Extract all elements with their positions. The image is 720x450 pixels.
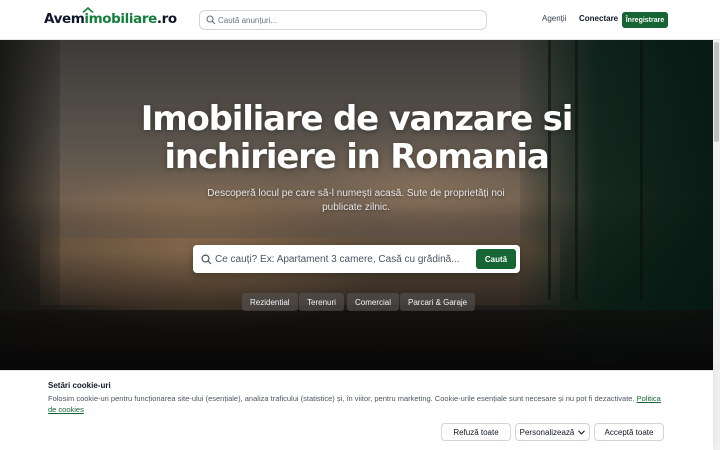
hero-title: Imobiliare de vanzare si inchiriere in R…	[140, 99, 574, 177]
page-scrollbar[interactable]	[713, 40, 720, 450]
register-button[interactable]: Înregistrare	[622, 12, 668, 28]
header-search-input[interactable]	[218, 12, 478, 28]
search-icon	[201, 254, 212, 265]
hero-section: Imobiliare de vanzare si inchiriere in R…	[0, 40, 713, 370]
hero-search-bar: Caută	[193, 245, 520, 273]
category-chips: Rezidential Terenuri Comercial Parcari &…	[0, 293, 713, 311]
logo-accent: imobiliare	[82, 7, 157, 27]
cookie-text: Folosim cookie-uri pentru funcționarea s…	[48, 393, 668, 415]
refuse-all-button[interactable]: Refuză toate	[441, 423, 511, 441]
header-search	[199, 10, 487, 30]
category-chip-parcari[interactable]: Parcari & Garaje	[400, 293, 476, 311]
nav-agents-link[interactable]: Agenții	[542, 14, 566, 23]
category-chip-rezidential[interactable]: Rezidential	[242, 293, 298, 311]
customize-button[interactable]: Personalizează	[515, 423, 590, 441]
site-logo[interactable]: Avem imobiliare.ro	[44, 7, 177, 27]
search-icon	[206, 15, 216, 25]
logo-suffix: .ro	[156, 11, 177, 27]
customize-label: Personalizează	[519, 427, 575, 437]
cookie-banner: Setări cookie-uri Folosim cookie-uri pen…	[0, 370, 713, 450]
logo-accent-text: imobiliare	[84, 11, 157, 27]
category-chip-terenuri[interactable]: Terenuri	[299, 293, 344, 311]
hero-search-input[interactable]	[215, 251, 465, 267]
roof-icon	[82, 7, 94, 13]
hero-search-button[interactable]: Caută	[476, 249, 516, 269]
logo-prefix: Avem	[44, 11, 85, 27]
site-header: Avemimobiliare.ro Agenții Conectare Înre…	[0, 0, 720, 40]
hero-subtitle: Descoperă locul pe care să-l numești aca…	[207, 188, 505, 213]
login-link[interactable]: Conectare	[579, 14, 618, 23]
cookie-title: Setări cookie-uri	[48, 381, 111, 390]
chevron-down-icon	[578, 429, 586, 435]
cookie-description: Folosim cookie-uri pentru funcționarea s…	[48, 394, 635, 403]
scrollbar-thumb[interactable]	[714, 42, 719, 142]
accept-all-button[interactable]: Acceptă toate	[594, 423, 664, 441]
category-chip-comercial[interactable]: Comercial	[347, 293, 400, 311]
